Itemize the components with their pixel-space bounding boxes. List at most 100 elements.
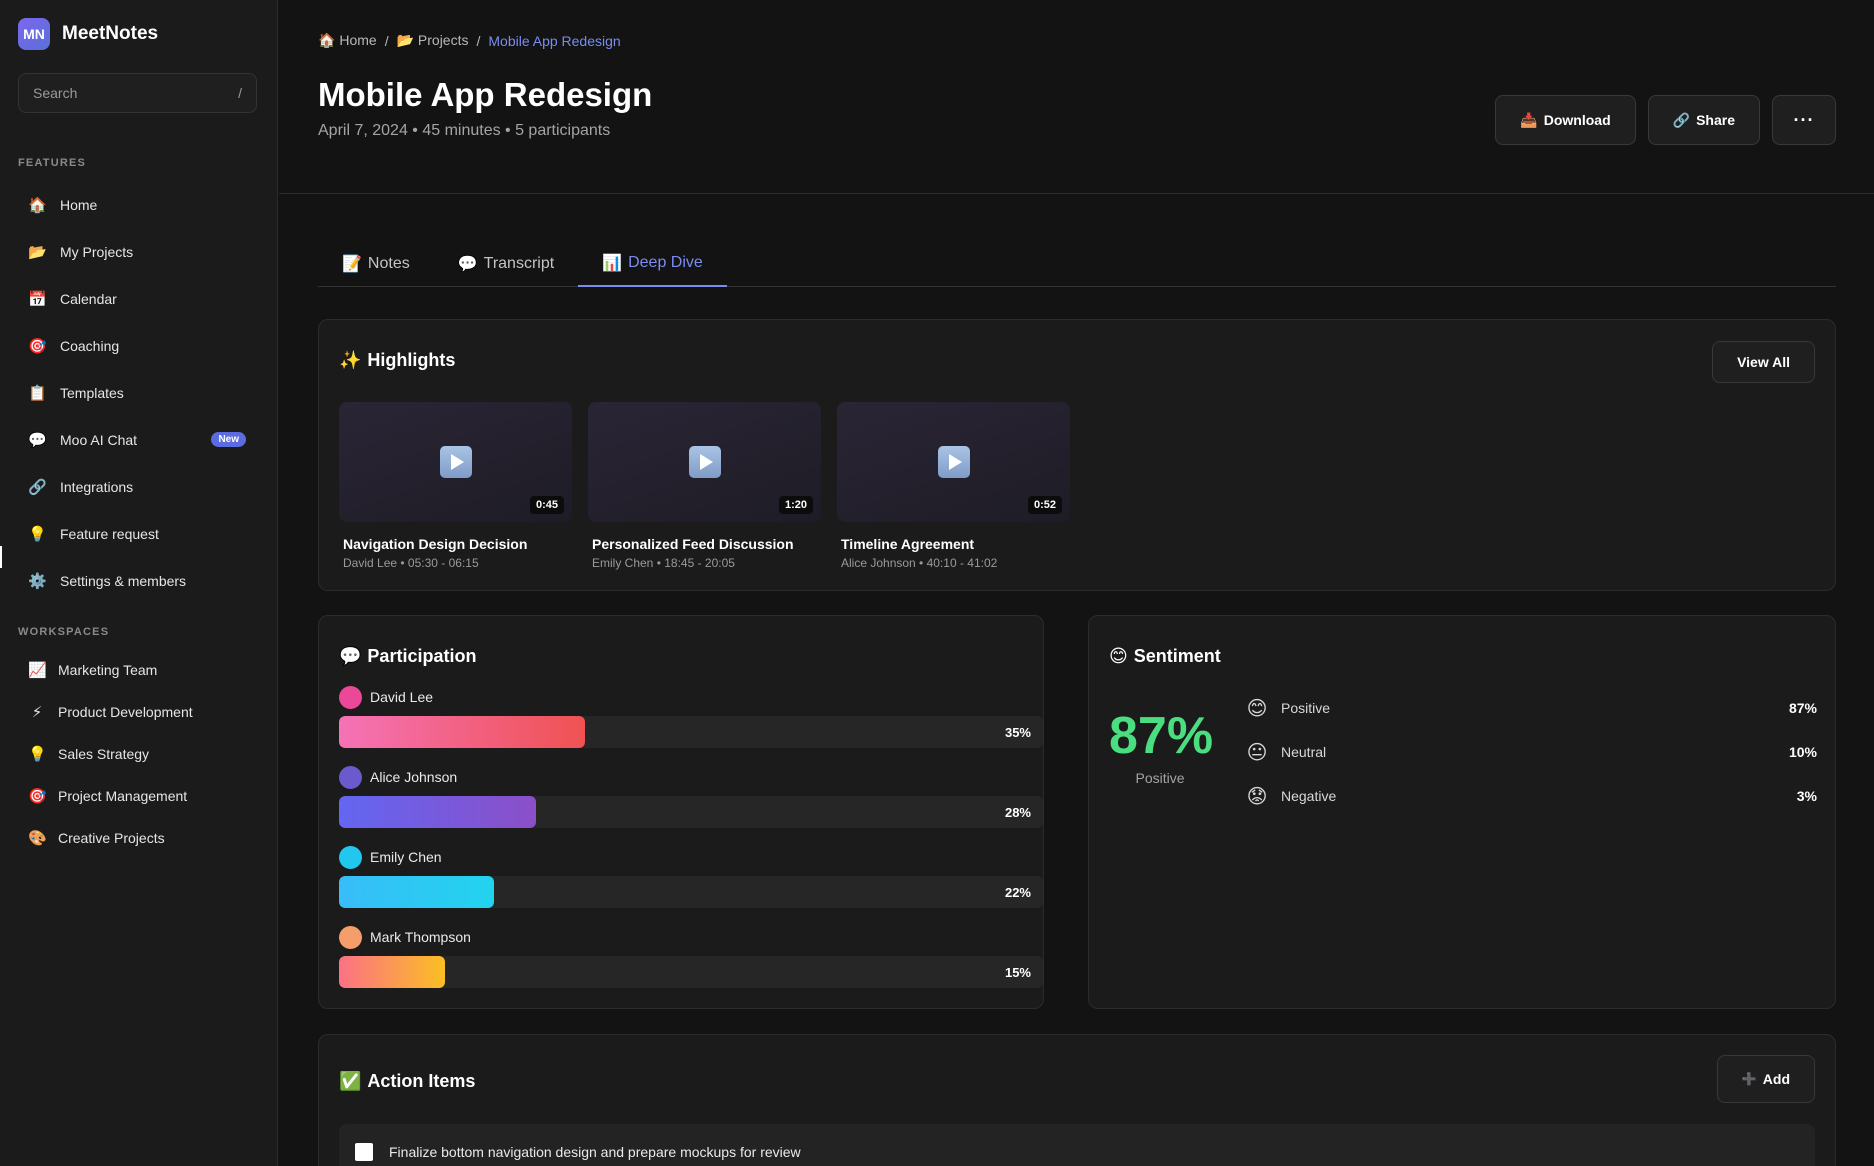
more-options-button[interactable]: ···	[1772, 95, 1836, 145]
share-button[interactable]: 🔗 Share	[1647, 95, 1760, 145]
clip-thumbnail[interactable]: 0:52	[837, 402, 1070, 522]
features-section-label: FEATURES	[18, 157, 87, 169]
sentiment-row-neutral: 😐 Neutral 10%	[1245, 730, 1817, 774]
clip-thumbnail[interactable]: 1:20	[588, 402, 821, 522]
sidebar-item-settings[interactable]: ⚙️ Settings & members	[18, 557, 258, 604]
play-icon[interactable]	[689, 446, 721, 478]
play-icon[interactable]	[938, 446, 970, 478]
participation-percent: 28%	[1004, 804, 1031, 820]
highlight-clips: 0:45 Navigation Design Decision David Le…	[339, 402, 1070, 570]
search-shortcut: /	[238, 85, 242, 101]
new-badge: New	[211, 432, 246, 447]
header-actions: 📥 Download 🔗 Share ···	[1495, 95, 1836, 145]
breadcrumb-projects[interactable]: 📂 Projects	[397, 32, 469, 49]
participation-bar-fill	[339, 876, 494, 908]
add-label: Add	[1762, 1071, 1790, 1087]
workspace-sales-strategy[interactable]: 💡 Sales Strategy	[18, 733, 258, 775]
participation-bar-track: 28%	[339, 796, 1043, 828]
sparkles-icon: ✨	[339, 350, 362, 370]
breadcrumb-current: Mobile App Redesign	[488, 32, 621, 49]
sentiment-row-positive: 😊 Positive 87%	[1245, 686, 1817, 730]
clip-meta: Alice Johnson • 40:10 - 41:02	[841, 556, 998, 570]
tab-notes[interactable]: 📝 Notes	[318, 241, 434, 287]
sidebar-item-templates[interactable]: 📋 Templates	[18, 369, 258, 416]
search-input[interactable]	[33, 85, 213, 101]
sidebar-item-calendar[interactable]: 📅 Calendar	[18, 275, 258, 322]
sidebar-item-my-projects[interactable]: 📂 My Projects	[18, 228, 258, 275]
sidebar-item-moo-ai-chat[interactable]: 💬 Moo AI Chat New	[18, 416, 258, 463]
overall-sentiment-percent: 87%	[1109, 707, 1214, 765]
workspaces-nav: 📈 Marketing Team ⚡ Product Development 💡…	[18, 649, 258, 859]
highlight-clip[interactable]: 1:20 Personalized Feed Discussion Emily …	[588, 402, 821, 570]
palette-icon: 🎨	[28, 830, 47, 847]
clip-duration: 0:45	[529, 496, 564, 514]
sidebar-item-label: Feature request	[60, 525, 159, 542]
clip-duration: 0:52	[1027, 496, 1062, 514]
tab-bar: 📝 Notes 💬 Transcript 📊 Deep Dive	[318, 241, 1836, 287]
clip-thumbnail[interactable]: 0:45	[339, 402, 572, 522]
participation-title-text: Participation	[367, 646, 477, 666]
highlight-clip[interactable]: 0:45 Navigation Design Decision David Le…	[339, 402, 572, 570]
play-icon[interactable]	[440, 446, 472, 478]
tab-transcript[interactable]: 💬 Transcript	[434, 241, 578, 287]
participation-bar-track: 35%	[339, 716, 1043, 748]
sidebar-item-home[interactable]: 🏠 Home	[18, 181, 258, 228]
tab-label: Notes	[367, 255, 410, 272]
bar-chart-icon: 📊	[602, 255, 623, 272]
clip-title: Navigation Design Decision	[343, 536, 528, 552]
clip-title: Personalized Feed Discussion	[592, 536, 794, 552]
sentiment-percent: 10%	[1788, 744, 1817, 760]
workspace-project-management[interactable]: 🎯 Project Management	[18, 775, 258, 817]
check-mark-icon: ✅	[339, 1071, 362, 1091]
smile-icon: 😊	[1109, 646, 1128, 666]
action-items-card: ✅ Action Items ➕ Add Finalize bottom nav…	[318, 1034, 1836, 1166]
add-action-item-button[interactable]: ➕ Add	[1716, 1055, 1815, 1103]
workspace-creative-projects[interactable]: 🎨 Creative Projects	[18, 817, 258, 859]
home-icon: 🏠	[28, 196, 47, 214]
sidebar-item-label: Coaching	[60, 337, 120, 354]
gear-icon: ⚙️	[28, 572, 47, 590]
avatar	[339, 925, 362, 949]
sidebar-item-coaching[interactable]: 🎯 Coaching	[18, 322, 258, 369]
clip-meta: Emily Chen • 18:45 - 20:05	[592, 556, 735, 570]
breadcrumb: 🏠 Home / 📂 Projects / Mobile App Redesig…	[318, 32, 621, 49]
breadcrumb-separator: /	[384, 32, 389, 49]
participation-percent: 35%	[1004, 724, 1031, 740]
sidebar-item-label: Templates	[60, 384, 124, 401]
lightning-icon: ⚡	[31, 704, 43, 721]
download-button[interactable]: 📥 Download	[1495, 95, 1636, 145]
participant-name: Mark Thompson	[370, 929, 471, 945]
sidebar-item-integrations[interactable]: 🔗 Integrations	[18, 463, 258, 510]
sidebar-item-feature-request[interactable]: 💡 Feature request	[18, 510, 258, 557]
main-content: 🏠 Home / 📂 Projects / Mobile App Redesig…	[279, 0, 1874, 1166]
participation-percent: 22%	[1004, 884, 1031, 900]
lightbulb-icon: 💡	[28, 746, 47, 763]
tab-label: Deep Dive	[628, 254, 703, 271]
highlight-clip[interactable]: 0:52 Timeline Agreement Alice Johnson • …	[837, 402, 1070, 570]
action-item-text: Finalize bottom navigation design and pr…	[389, 1144, 801, 1160]
view-all-button[interactable]: View All	[1712, 341, 1815, 383]
tab-deep-dive[interactable]: 📊 Deep Dive	[578, 241, 727, 287]
sentiment-percent: 87%	[1788, 700, 1817, 716]
sidebar-item-label: Calendar	[60, 290, 117, 307]
breadcrumb-home[interactable]: 🏠 Home	[318, 32, 377, 49]
action-item-checkbox[interactable]	[355, 1143, 373, 1161]
workspaces-section-label: WORKSPACES	[18, 626, 110, 638]
workspace-marketing-team[interactable]: 📈 Marketing Team	[18, 649, 258, 691]
sentiment-breakdown: 😊 Positive 87% 😐 Neutral 10% 😟 Negative …	[1245, 686, 1817, 818]
highlights-card: ✨ Highlights View All 0:45 Navigation De…	[318, 319, 1836, 591]
download-icon: 📥	[1520, 111, 1538, 128]
workspace-product-development[interactable]: ⚡ Product Development	[18, 691, 258, 733]
sidebar: MN MeetNotes / FEATURES 🏠 Home 📂 My Proj…	[0, 0, 278, 1166]
participation-bar-fill	[339, 716, 586, 748]
participation-title: 💬 Participation	[339, 646, 476, 667]
sidebar-item-label: Moo AI Chat	[60, 431, 138, 448]
chat-bubble-icon: 💬	[457, 256, 478, 273]
participant-name: Emily Chen	[370, 849, 442, 865]
chart-up-icon: 📈	[28, 662, 47, 679]
target-icon: 🎯	[28, 337, 47, 355]
workspace-label: Project Management	[58, 788, 188, 804]
brand[interactable]: MN MeetNotes	[18, 18, 158, 50]
share-label: Share	[1696, 112, 1735, 128]
search-box[interactable]: /	[18, 73, 257, 113]
